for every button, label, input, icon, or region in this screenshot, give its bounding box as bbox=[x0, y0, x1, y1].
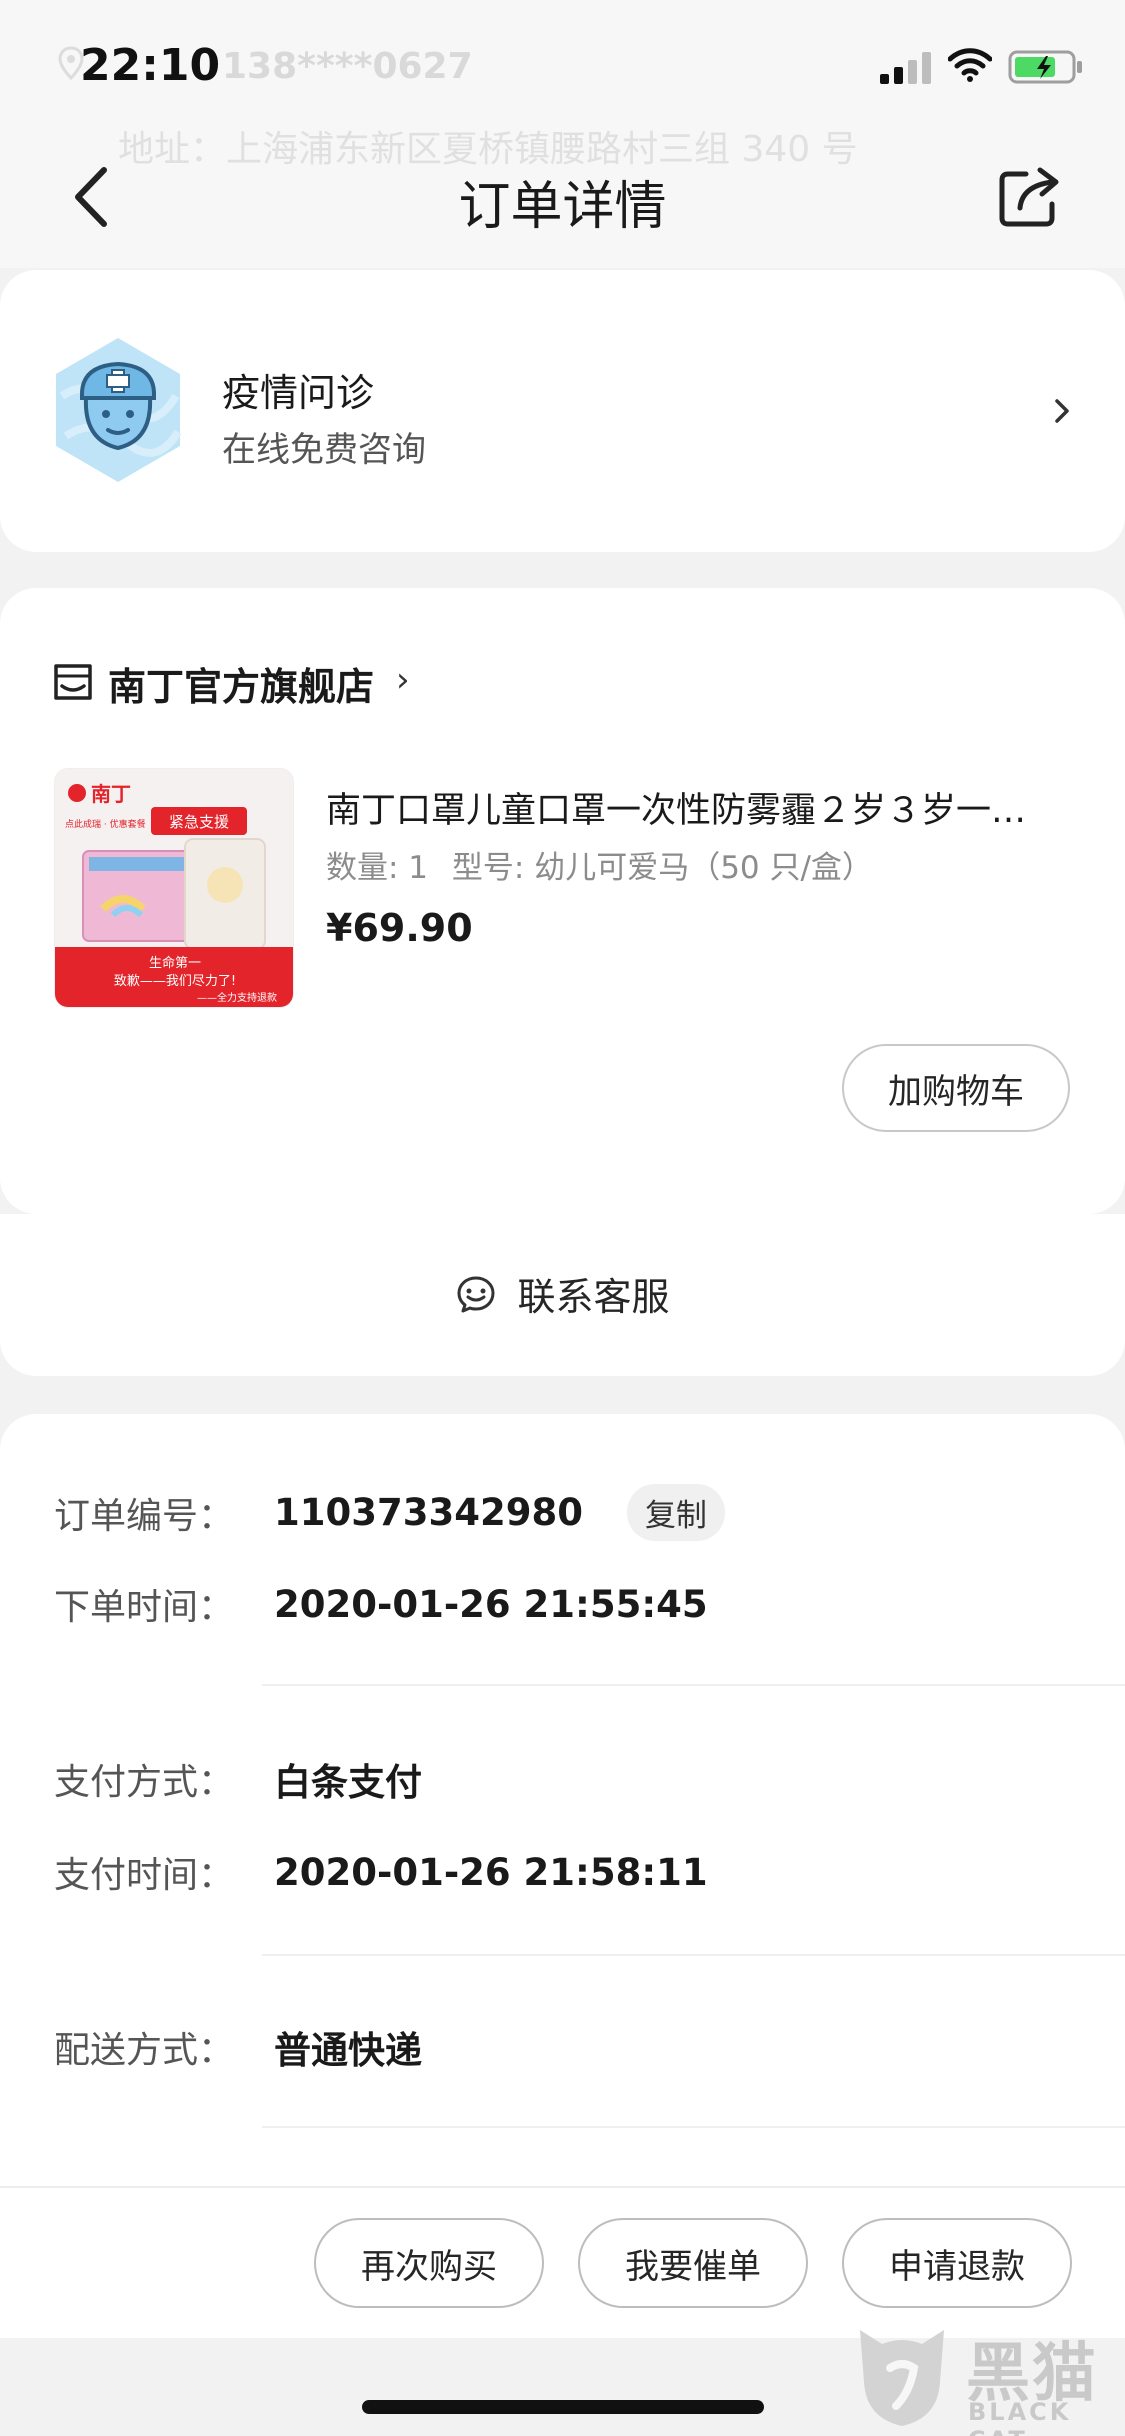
wifi-icon bbox=[948, 48, 992, 82]
add-to-cart-button[interactable]: 加购物车 bbox=[842, 1044, 1070, 1132]
buy-again-button[interactable]: 再次购买 bbox=[314, 2218, 544, 2308]
payment-time-label: 支付时间： bbox=[54, 1855, 235, 1896]
store-name-link[interactable]: 南丁官方旗舰店 bbox=[108, 656, 374, 711]
watermark: 黑猫 BLACK CAT bbox=[852, 2322, 1112, 2436]
product-image[interactable]: 南丁 点此成瑞 · 优惠套餐 紧急支援 生命第一 致歉——我们尽力了! ——全力… bbox=[54, 768, 294, 1008]
chevron-right-icon bbox=[1055, 399, 1069, 423]
consult-card[interactable]: 疫情问诊 在线免费咨询 bbox=[0, 270, 1125, 552]
product-model: 型号: 幼儿可爱马（50 只/盒） bbox=[451, 850, 873, 886]
store-chevron-icon[interactable]: › bbox=[396, 660, 410, 700]
header: 22:10 138****0627 地址：上海浦东新区夏桥镇腰路村三组 340 … bbox=[0, 0, 1125, 268]
product-price: ¥69.90 bbox=[326, 906, 473, 950]
product-quantity: 数量: 1 bbox=[326, 850, 429, 886]
doctor-avatar-icon bbox=[56, 338, 182, 482]
divider bbox=[262, 2126, 1125, 2128]
payment-time-value: 2020-01-26 21:58:11 bbox=[274, 1850, 708, 1894]
order-time-value: 2020-01-26 21:55:45 bbox=[274, 1582, 708, 1626]
copy-button[interactable]: 复制 bbox=[626, 1484, 725, 1541]
order-time-label: 下单时间： bbox=[54, 1587, 235, 1628]
payment-time-row: 支付时间： 2020-01-26 21:58:11 bbox=[54, 1846, 708, 1898]
payment-method-label: 支付方式： bbox=[54, 1762, 235, 1803]
delivery-label: 配送方式： bbox=[54, 2030, 235, 2071]
chat-smile-icon bbox=[457, 1276, 495, 1312]
customer-service-card[interactable]: 联系客服 bbox=[0, 1214, 1125, 1376]
delivery-row: 配送方式： 普通快递 bbox=[54, 2020, 422, 2074]
home-indicator[interactable] bbox=[362, 2400, 764, 2414]
store-icon bbox=[54, 664, 92, 700]
product-thumbnail: 南丁 点此成瑞 · 优惠套餐 紧急支援 生命第一 致歉——我们尽力了! ——全力… bbox=[55, 769, 293, 1007]
payment-method-value: 白条支付 bbox=[274, 1761, 422, 1804]
masked-phone: 138****0627 bbox=[222, 46, 473, 87]
delivery-value: 普通快递 bbox=[274, 2029, 422, 2072]
cellular-signal-icon bbox=[880, 52, 931, 84]
bottom-action-bar: 再次购买 我要催单 申请退款 bbox=[0, 2186, 1125, 2338]
consult-subtitle: 在线免费咨询 bbox=[222, 430, 426, 470]
request-refund-button[interactable]: 申请退款 bbox=[842, 2218, 1072, 2308]
product-image-banner-3: ——全力支持退款 bbox=[197, 991, 277, 1004]
divider bbox=[262, 1954, 1125, 1956]
order-number-label: 订单编号： bbox=[54, 1495, 235, 1537]
product-image-badge: 紧急支援 bbox=[169, 813, 229, 831]
divider bbox=[262, 1684, 1125, 1686]
page-title: 订单详情 bbox=[458, 177, 667, 237]
consult-title: 疫情问诊 bbox=[222, 371, 375, 415]
product-image-banner-1: 生命第一 bbox=[149, 955, 201, 971]
store-card: 南丁官方旗舰店 › 南丁 点此成瑞 · 优惠套餐 紧急支援 生命第一 致歉——我… bbox=[0, 588, 1125, 1214]
watermark-en: BLACK CAT bbox=[968, 2398, 1072, 2436]
product-title[interactable]: 南丁口罩儿童口罩一次性防雾霾２岁３岁一次性儿童口罩 bbox=[326, 782, 1056, 833]
status-time: 22:10 bbox=[80, 40, 221, 91]
share-icon[interactable] bbox=[996, 164, 1062, 230]
product-image-banner-2: 致歉——我们尽力了! bbox=[114, 974, 236, 989]
product-image-brand: 南丁 bbox=[91, 782, 131, 806]
order-number-row: 订单编号： 110373342980 复制 bbox=[54, 1484, 725, 1541]
payment-method-row: 支付方式： 白条支付 bbox=[54, 1752, 422, 1806]
urge-order-button[interactable]: 我要催单 bbox=[578, 2218, 808, 2308]
customer-service-button[interactable]: 联系客服 bbox=[0, 1266, 1125, 1321]
customer-service-label: 联系客服 bbox=[517, 1275, 670, 1319]
product-meta: 数量: 1 型号: 幼儿可爱马（50 只/盒） bbox=[326, 842, 887, 887]
order-number-value: 110373342980 bbox=[274, 1491, 583, 1534]
order-time-row: 下单时间： 2020-01-26 21:55:45 bbox=[54, 1578, 708, 1630]
product-image-tagline: 点此成瑞 · 优惠套餐 bbox=[65, 818, 146, 830]
battery-charging-icon bbox=[1008, 50, 1082, 84]
black-cat-logo-icon bbox=[860, 2330, 944, 2426]
